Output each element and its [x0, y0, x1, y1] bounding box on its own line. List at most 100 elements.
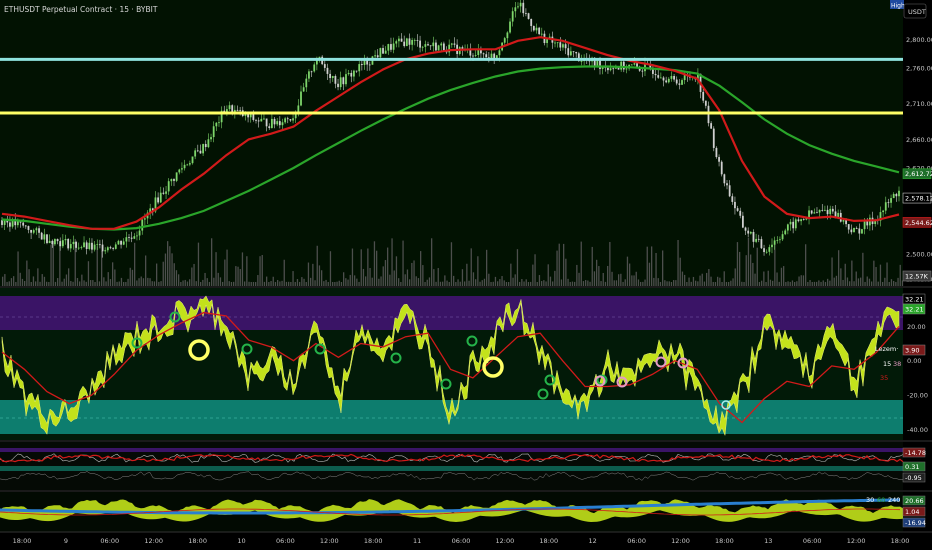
volume-bar — [615, 280, 618, 286]
candle-body — [305, 78, 308, 88]
volume-bar — [580, 241, 582, 286]
volume-bar — [571, 281, 574, 286]
volume-bar — [510, 263, 512, 286]
candle-body — [768, 247, 771, 252]
candle-body — [72, 241, 75, 245]
candle-body — [308, 71, 310, 79]
candle-body — [138, 230, 141, 236]
volume-bar — [690, 281, 692, 286]
candle-body — [728, 185, 731, 197]
volume-bar — [543, 280, 545, 286]
volume-bar — [274, 281, 277, 286]
volume-bar — [149, 278, 151, 286]
time-tick-label: 18:00 — [539, 537, 558, 545]
volume-bar — [116, 281, 118, 286]
candle-body — [93, 244, 96, 250]
volume-bar — [758, 281, 761, 286]
volume-bar — [862, 252, 864, 286]
candle-body — [99, 244, 101, 246]
volume-bar — [2, 276, 4, 286]
candle-body — [122, 241, 125, 245]
osc-tag-label: 32.21 — [905, 306, 924, 314]
volume-bar — [574, 281, 576, 286]
candle-body — [599, 60, 601, 69]
volume-bar — [457, 279, 459, 286]
volume-bar — [552, 281, 554, 286]
candle-body — [511, 11, 514, 22]
candle-body — [411, 40, 414, 45]
candle-body — [329, 73, 332, 79]
candle-body — [313, 64, 316, 72]
volume-bar — [211, 238, 213, 286]
candle-body — [847, 224, 850, 230]
volume-bar — [662, 250, 664, 286]
candle-body — [850, 229, 853, 233]
volume-bar — [444, 275, 446, 286]
volume-bar — [831, 257, 833, 286]
candle-body — [384, 50, 387, 54]
candle-body — [720, 161, 723, 175]
volume-bar — [708, 269, 710, 286]
volume-bar — [622, 281, 624, 286]
volume-bar — [754, 273, 756, 286]
candle-body — [286, 118, 289, 120]
time-tick-label: 12:00 — [144, 537, 163, 545]
volume-bar — [19, 272, 21, 286]
chart-canvas[interactable]: 2,800.002,760.002,710.002,660.002,620.00… — [0, 0, 932, 550]
volume-bar — [840, 268, 842, 286]
candle-body — [863, 221, 866, 230]
candle-body — [509, 21, 511, 33]
volume-bar — [30, 281, 32, 286]
volume-bar — [527, 281, 530, 286]
volume-bar — [712, 281, 714, 286]
candle-body — [120, 240, 122, 245]
volume-bar — [224, 259, 226, 286]
pane4-label: 240 — [888, 496, 900, 504]
volume-bar — [877, 281, 879, 286]
candle-body — [204, 144, 207, 148]
candle-body — [861, 229, 863, 234]
volume-bar — [860, 277, 862, 286]
candle-body — [278, 121, 281, 126]
candle-body — [265, 118, 268, 127]
candle-body — [331, 76, 334, 79]
volume-bar — [816, 281, 818, 286]
candle-body — [630, 64, 633, 66]
candle-body — [525, 13, 527, 14]
volume-bar — [4, 274, 6, 286]
volume-bar — [24, 280, 26, 286]
candle-body — [747, 230, 750, 234]
volume-bar — [41, 274, 43, 286]
volume-bar — [873, 260, 875, 286]
candle-body — [670, 75, 673, 79]
candle-body — [96, 244, 99, 246]
candle-body — [292, 118, 294, 121]
candle-body — [207, 139, 210, 148]
volume-bar — [250, 281, 252, 286]
candle-body — [662, 77, 665, 81]
candle-body — [659, 77, 662, 79]
volume-bar — [417, 278, 420, 286]
volume-bar — [131, 269, 134, 286]
volume-bar — [789, 281, 791, 286]
volume-bar — [404, 274, 406, 286]
candle-body — [831, 208, 834, 212]
volume-bar — [151, 281, 153, 286]
volume-bar — [767, 270, 769, 286]
volume-bar — [501, 276, 503, 286]
candle-body — [755, 238, 758, 242]
volume-bar — [435, 281, 437, 286]
candle-body — [683, 75, 686, 81]
volume-bar — [332, 281, 334, 286]
candle-body — [427, 44, 429, 46]
pane4-tag-label: -16.94 — [905, 519, 926, 527]
volume-bar — [281, 280, 283, 286]
candle-body — [757, 238, 760, 240]
candle-body — [813, 212, 816, 214]
volume-bar — [899, 264, 901, 286]
pane4-label: 30 — [866, 496, 874, 504]
candle-body — [175, 172, 178, 181]
candle-body — [718, 157, 720, 162]
pane3-band-top — [0, 448, 903, 452]
volume-bar — [239, 269, 241, 286]
